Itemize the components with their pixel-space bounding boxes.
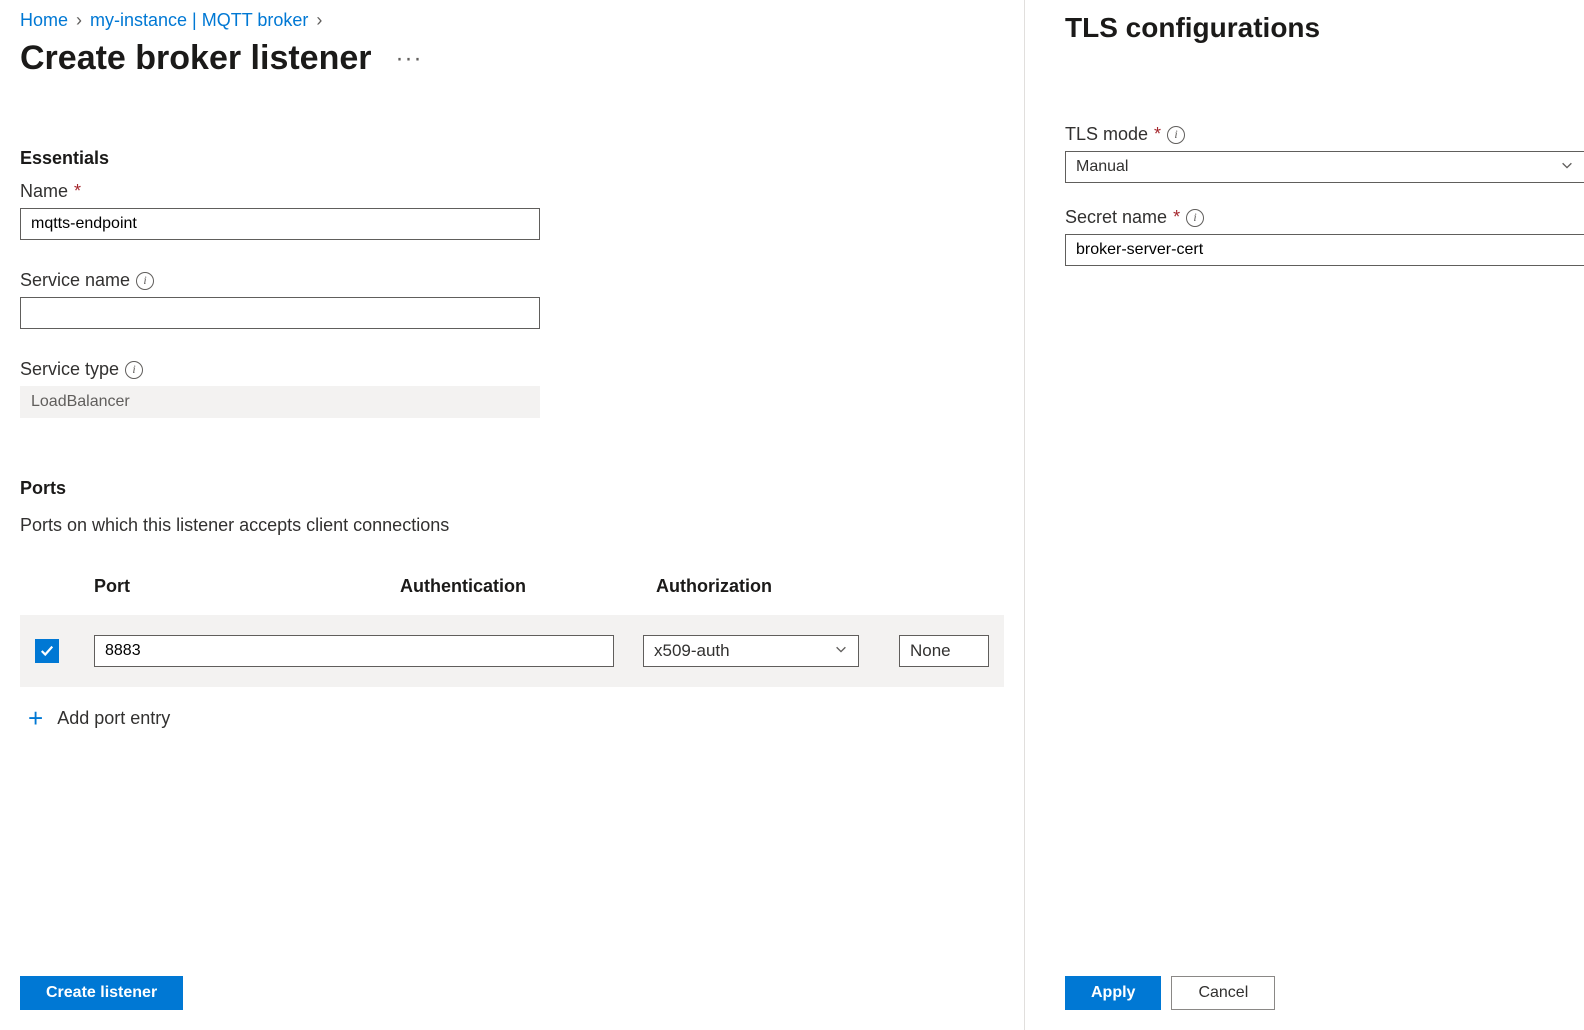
- service-name-label: Service name: [20, 270, 130, 291]
- ports-heading: Ports: [20, 478, 1004, 499]
- create-listener-button[interactable]: Create listener: [20, 976, 183, 1010]
- col-authentication: Authentication: [400, 576, 656, 597]
- info-icon[interactable]: i: [1186, 209, 1204, 227]
- chevron-down-icon: [1560, 158, 1574, 177]
- required-icon: *: [74, 181, 81, 202]
- tls-mode-select[interactable]: Manual: [1065, 151, 1584, 183]
- col-port: Port: [94, 576, 400, 597]
- chevron-right-icon: ›: [316, 10, 322, 31]
- breadcrumb-home[interactable]: Home: [20, 10, 68, 31]
- service-type-label: Service type: [20, 359, 119, 380]
- service-name-input[interactable]: [20, 297, 540, 329]
- apply-button[interactable]: Apply: [1065, 976, 1161, 1010]
- secret-name-input[interactable]: [1065, 234, 1584, 266]
- add-port-entry-button[interactable]: + Add port entry: [20, 703, 1004, 734]
- name-input[interactable]: [20, 208, 540, 240]
- tls-mode-label: TLS mode: [1065, 124, 1148, 145]
- add-port-label: Add port entry: [57, 708, 170, 729]
- authentication-value: x509-auth: [654, 641, 730, 661]
- sidepanel-title: TLS configurations: [1065, 12, 1584, 44]
- page-title: Create broker listener: [20, 39, 372, 78]
- ports-table-header: Port Authentication Authorization: [20, 576, 1004, 597]
- plus-icon: +: [28, 703, 43, 734]
- secret-name-label: Secret name: [1065, 207, 1167, 228]
- breadcrumb-instance[interactable]: my-instance | MQTT broker: [90, 10, 308, 31]
- row-checkbox[interactable]: [35, 639, 59, 663]
- tls-mode-value: Manual: [1076, 158, 1128, 176]
- ports-description: Ports on which this listener accepts cli…: [20, 515, 1004, 536]
- required-icon: *: [1154, 124, 1161, 145]
- service-type-input: [20, 386, 540, 418]
- chevron-down-icon: [834, 641, 848, 661]
- main-panel: Home › my-instance | MQTT broker › Creat…: [0, 0, 1024, 1030]
- port-input[interactable]: [94, 635, 614, 667]
- breadcrumb: Home › my-instance | MQTT broker ›: [20, 10, 1004, 39]
- col-authorization: Authorization: [656, 576, 772, 597]
- name-label: Name: [20, 181, 68, 202]
- chevron-right-icon: ›: [76, 10, 82, 31]
- info-icon[interactable]: i: [1167, 126, 1185, 144]
- authorization-value: None: [910, 641, 951, 661]
- essentials-heading: Essentials: [20, 148, 1004, 169]
- more-actions-icon[interactable]: ···: [396, 45, 423, 73]
- info-icon[interactable]: i: [125, 361, 143, 379]
- info-icon[interactable]: i: [136, 272, 154, 290]
- authentication-select[interactable]: x509-auth: [643, 635, 859, 667]
- table-row: x509-auth None: [20, 615, 1004, 687]
- authorization-select[interactable]: None: [899, 635, 989, 667]
- tls-configurations-panel: TLS configurations TLS mode * i Manual S…: [1024, 0, 1584, 1030]
- check-icon: [40, 644, 54, 658]
- required-icon: *: [1173, 207, 1180, 228]
- cancel-button[interactable]: Cancel: [1171, 976, 1275, 1010]
